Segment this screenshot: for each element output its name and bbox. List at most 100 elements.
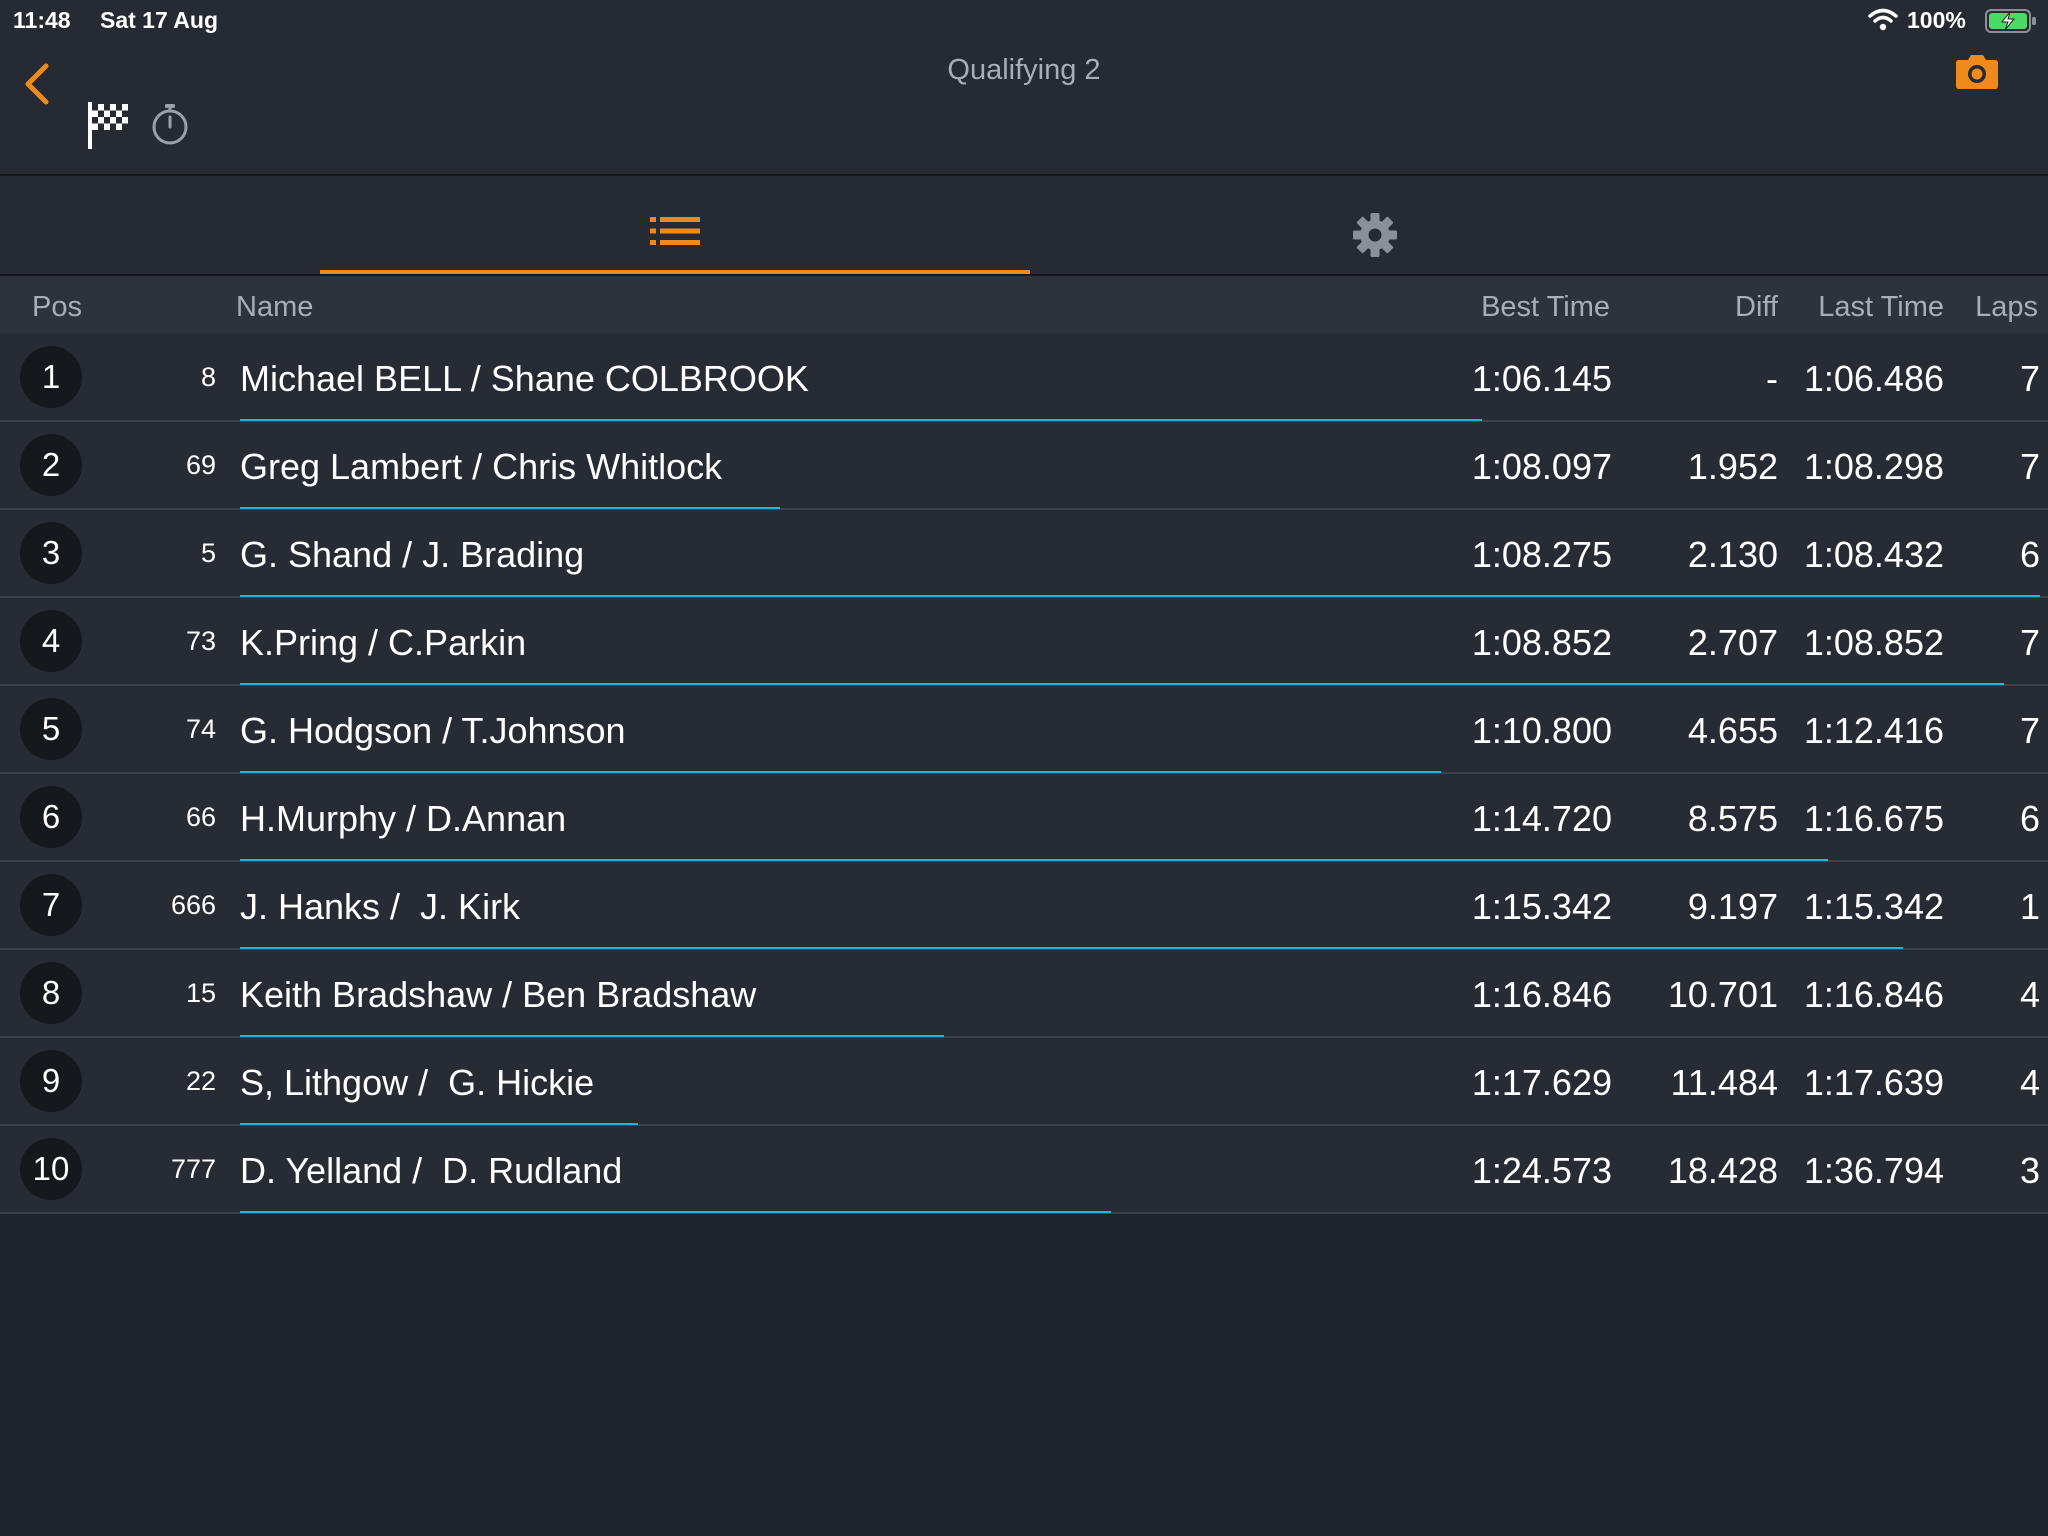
table-row[interactable]: 10 777 D. Yelland / D. Rudland 1:24.573 …: [0, 1126, 2048, 1214]
position-badge: 6: [20, 786, 82, 848]
car-number: 8: [200, 362, 216, 392]
time-diff: 10.701: [1667, 974, 1778, 1015]
gear-icon: [1353, 213, 1397, 257]
lap-progress-line: [240, 771, 1441, 773]
lap-progress-line: [240, 859, 1828, 861]
lap-count: 7: [2019, 358, 2040, 399]
battery-charging-icon: [1985, 9, 2036, 33]
app-root: 11:48 Sat 17 Aug 100% Qualifying 2 Pos N…: [0, 0, 2048, 1536]
last-time: 1:08.852: [1803, 622, 1944, 663]
lap-progress-line: [240, 947, 1903, 949]
lap-progress-line: [240, 1123, 638, 1125]
battery-percentage: 100%: [1907, 7, 1966, 33]
time-diff: 4.655: [1687, 710, 1778, 751]
time-diff: 1.952: [1687, 446, 1778, 487]
status-bar: 11:48 Sat 17 Aug 100%: [0, 0, 2048, 40]
driver-name: G. Shand / J. Brading: [240, 534, 585, 575]
driver-name: Greg Lambert / Chris Whitlock: [240, 446, 723, 487]
driver-name: S, Lithgow / G. Hickie: [240, 1062, 595, 1103]
best-time: 1:10.800: [1471, 710, 1612, 751]
best-time: 1:17.629: [1471, 1062, 1612, 1103]
last-time: 1:15.342: [1803, 886, 1944, 927]
table-row[interactable]: 1 8 Michael BELL / Shane COLBROOK 1:06.1…: [0, 334, 2048, 422]
table-row[interactable]: 3 5 G. Shand / J. Brading 1:08.275 2.130…: [0, 510, 2048, 598]
time-diff: 9.197: [1687, 886, 1778, 927]
lap-count: 4: [2019, 974, 2040, 1015]
best-time: 1:06.145: [1471, 358, 1612, 399]
table-row[interactable]: 6 66 H.Murphy / D.Annan 1:14.720 8.575 1…: [0, 774, 2048, 862]
car-number: 74: [185, 714, 216, 744]
lap-count: 1: [2019, 886, 2040, 927]
best-time: 1:24.573: [1471, 1150, 1612, 1191]
driver-name: Michael BELL / Shane COLBROOK: [240, 358, 809, 399]
tab-settings[interactable]: [1030, 176, 1720, 274]
best-time: 1:08.275: [1471, 534, 1612, 575]
driver-name: K.Pring / C.Parkin: [240, 622, 527, 663]
best-time: 1:08.852: [1471, 622, 1612, 663]
tab-bar: [0, 176, 2048, 276]
wifi-icon: [1868, 8, 1898, 31]
status-date: Sat 17 Aug: [100, 7, 219, 33]
car-number: 777: [170, 1154, 216, 1184]
table-row[interactable]: 9 22 S, Lithgow / G. Hickie 1:17.629 11.…: [0, 1038, 2048, 1126]
best-time: 1:08.097: [1471, 446, 1612, 487]
position-badge: 3: [20, 522, 82, 584]
lap-count: 4: [2019, 1062, 2040, 1103]
car-number: 15: [185, 978, 216, 1008]
camera-icon[interactable]: [1955, 52, 1999, 90]
table-row[interactable]: 5 74 G. Hodgson / T.Johnson 1:10.800 4.6…: [0, 686, 2048, 774]
driver-name: G. Hodgson / T.Johnson: [240, 710, 626, 751]
table-row[interactable]: 8 15 Keith Bradshaw / Ben Bradshaw 1:16.…: [0, 950, 2048, 1038]
column-header-best-time[interactable]: Best Time: [1470, 291, 1610, 324]
lap-progress-line: [240, 419, 1482, 421]
table-row[interactable]: 7 666 J. Hanks / J. Kirk 1:15.342 9.197 …: [0, 862, 2048, 950]
last-time: 1:16.675: [1803, 798, 1944, 839]
table-row[interactable]: 2 69 Greg Lambert / Chris Whitlock 1:08.…: [0, 422, 2048, 510]
car-number: 5: [200, 538, 216, 568]
tab-list[interactable]: [320, 176, 1030, 274]
position-badge: 7: [20, 874, 82, 936]
driver-name: D. Yelland / D. Rudland: [240, 1150, 623, 1191]
lap-progress-line: [240, 683, 2004, 685]
time-diff: 2.130: [1687, 534, 1778, 575]
best-time: 1:16.846: [1471, 974, 1612, 1015]
last-time: 1:36.794: [1803, 1150, 1944, 1191]
driver-name: J. Hanks / J. Kirk: [240, 886, 521, 927]
last-time: 1:06.486: [1803, 358, 1944, 399]
position-badge: 10: [20, 1138, 82, 1200]
driver-name: H.Murphy / D.Annan: [240, 798, 567, 839]
lap-count: 7: [2019, 446, 2040, 487]
stopwatch-icon[interactable]: [150, 102, 190, 146]
table-header: Pos Name Best Time Diff Last Time Laps: [0, 276, 2048, 336]
car-number: 66: [185, 802, 216, 832]
lap-count: 7: [2019, 710, 2040, 751]
lap-progress-line: [240, 1211, 1111, 1213]
column-header-laps[interactable]: Laps: [1940, 291, 2038, 324]
car-number: 22: [185, 1066, 216, 1096]
lap-count: 6: [2019, 798, 2040, 839]
last-time: 1:12.416: [1803, 710, 1944, 751]
position-badge: 5: [20, 698, 82, 760]
position-badge: 2: [20, 434, 82, 496]
lap-count: 6: [2019, 534, 2040, 575]
checkered-flag-icon[interactable]: [87, 100, 131, 150]
table-row[interactable]: 4 73 K.Pring / C.Parkin 1:08.852 2.707 1…: [0, 598, 2048, 686]
active-tab-indicator: [320, 270, 1030, 274]
column-header-pos[interactable]: Pos: [32, 291, 82, 324]
position-badge: 9: [20, 1050, 82, 1112]
column-header-name[interactable]: Name: [236, 291, 313, 324]
nav-header: Qualifying 2: [0, 40, 2048, 176]
last-time: 1:16.846: [1803, 974, 1944, 1015]
car-number: 666: [170, 890, 216, 920]
position-badge: 8: [20, 962, 82, 1024]
lap-count: 7: [2019, 622, 2040, 663]
time-diff: 2.707: [1687, 622, 1778, 663]
lap-progress-line: [240, 595, 2040, 597]
column-header-last-time[interactable]: Last Time: [1790, 291, 1944, 324]
results-list: 1 8 Michael BELL / Shane COLBROOK 1:06.1…: [0, 334, 2048, 1214]
column-header-diff[interactable]: Diff: [1600, 291, 1778, 324]
last-time: 1:08.432: [1803, 534, 1944, 575]
list-icon: [650, 217, 700, 245]
time-diff: -: [1766, 358, 1778, 399]
page-title: Qualifying 2: [947, 54, 1101, 86]
